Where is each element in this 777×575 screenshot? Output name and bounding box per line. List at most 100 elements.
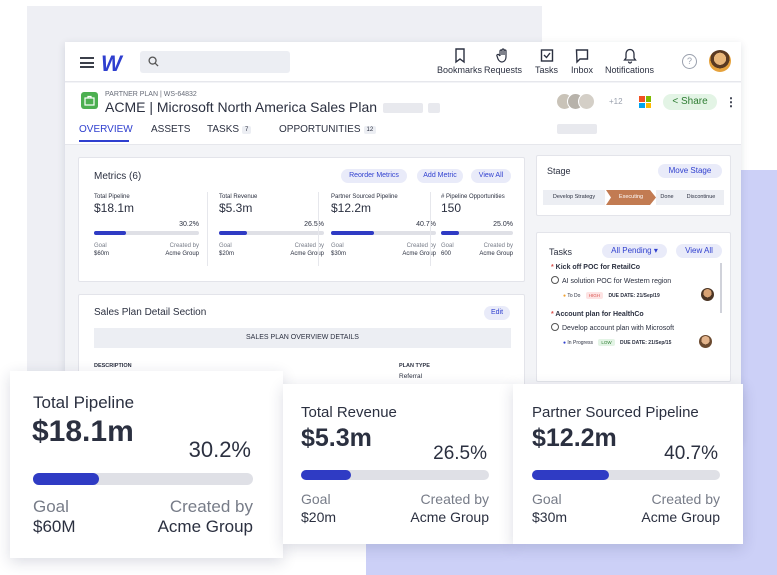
app-logo[interactable]: W [101, 51, 122, 77]
menu-icon[interactable] [80, 57, 94, 68]
priority-badge: HIGH [585, 292, 604, 299]
placeholder-tag [383, 103, 423, 113]
help-icon[interactable]: ? [682, 54, 697, 69]
plan-header: PARTNER PLAN | WS-64832 ACME | Microsoft… [65, 83, 741, 145]
big-metric-partner-sourced-pipeline[interactable]: Partner Sourced Pipeline $12.2m 40.7% Go… [513, 384, 743, 544]
tasks-title: Tasks [549, 247, 573, 257]
edit-button[interactable]: Edit [484, 306, 510, 320]
top-bar: W Bookmarks Requests Tasks Inbox Notific… [65, 42, 741, 82]
requests-label: Requests [484, 65, 523, 75]
microsoft-logo [639, 96, 651, 108]
progress-bar [219, 231, 324, 235]
inbox-button[interactable]: Inbox [571, 48, 593, 75]
bookmarks-label: Bookmarks [437, 65, 483, 75]
metric-total-revenue[interactable]: Total Revenue $5.3m 26.5% Goal $20m Crea… [219, 194, 324, 266]
user-avatar[interactable] [709, 50, 731, 72]
plan-title: ACME | Microsoft North America Sales Pla… [105, 99, 378, 115]
progress-fill [441, 231, 459, 235]
notifications-button[interactable]: Notifications [605, 48, 654, 75]
metric-pipeline-opportunities[interactable]: # Pipeline Opportunities 150 25.0% Goal … [441, 194, 513, 266]
metrics-view-all-button[interactable]: View All [471, 169, 511, 183]
share-icon: < [672, 96, 679, 107]
tasks-nav-button[interactable]: Tasks [535, 48, 558, 75]
progress-fill [301, 470, 351, 480]
inbox-label: Inbox [571, 65, 594, 75]
stage-title: Stage [547, 166, 571, 176]
briefcase-icon [81, 92, 98, 109]
active-tab-indicator [79, 140, 129, 142]
progress-bar [33, 473, 253, 485]
reorder-metrics-button[interactable]: Reorder Metrics [341, 169, 407, 183]
search-icon [148, 56, 159, 67]
stage-step-discontinue[interactable]: Discontinue [678, 190, 724, 205]
progress-fill [33, 473, 100, 485]
big-metric-total-pipeline[interactable]: Total Pipeline $18.1m 30.2% Goal $60M Cr… [10, 371, 283, 558]
tab-opportunities[interactable]: OPPORTUNITIES 12 [279, 124, 377, 135]
requests-button[interactable]: Requests [484, 48, 522, 75]
progress-bar [301, 470, 489, 480]
plan-type-value: Referral [399, 373, 423, 380]
placeholder-tag [557, 124, 597, 134]
chevron-down-icon: ▾ [653, 246, 658, 255]
tab-tasks[interactable]: TASKS 7 [207, 124, 252, 135]
progress-fill [94, 231, 126, 235]
tasks-nav-label: Tasks [535, 65, 559, 75]
progress-bar [532, 470, 720, 480]
progress-fill [532, 470, 609, 480]
opportunities-count: 12 [363, 126, 377, 134]
inbox-icon [575, 49, 589, 64]
tab-overview[interactable]: OVERVIEW [79, 124, 133, 135]
divider [318, 192, 319, 266]
stage-card: Stage Move Stage Develop Strategy Execut… [536, 155, 731, 216]
search-input[interactable] [140, 51, 290, 73]
task-item[interactable]: Develop account plan with Microsoft [551, 323, 674, 332]
hand-icon [496, 48, 507, 63]
tab-assets[interactable]: ASSETS [151, 124, 190, 135]
scrollbar[interactable] [720, 263, 722, 313]
stage-step-develop-strategy[interactable]: Develop Strategy [543, 190, 605, 205]
add-metric-button[interactable]: Add Metric [417, 169, 463, 183]
metrics-title: Metrics (6) [94, 171, 142, 182]
task-group-label: * Kick off POC for RetailCo [551, 264, 641, 271]
move-stage-button[interactable]: Move Stage [658, 164, 722, 178]
progress-bar [441, 231, 513, 235]
tasks-filter-dropdown[interactable]: All Pending ▾ [602, 244, 667, 258]
notifications-label: Notifications [605, 65, 655, 75]
task-meta: ● To Do HIGH DUE DATE: 21/Sep/19 [563, 292, 660, 299]
divider [430, 192, 431, 266]
metric-partner-sourced-pipeline[interactable]: Partner Sourced Pipeline $12.2m 40.7% Go… [331, 194, 436, 266]
task-checkbox[interactable] [551, 323, 559, 331]
metric-total-pipeline[interactable]: Total Pipeline $18.1m 30.2% Goal $60m Cr… [94, 194, 199, 266]
bookmarks-button[interactable]: Bookmarks [437, 48, 482, 75]
priority-badge: LOW [598, 339, 615, 346]
assignee-avatar [699, 335, 712, 348]
bell-icon [622, 48, 637, 64]
plan-type-label: PLAN TYPE [399, 363, 430, 369]
extra-members-count[interactable]: +12 [609, 97, 623, 106]
detail-title: Sales Plan Detail Section [94, 307, 207, 318]
stage-step-executing[interactable]: Executing [606, 190, 656, 205]
bookmark-icon [454, 48, 465, 64]
avatar [578, 93, 595, 110]
big-metric-total-revenue[interactable]: Total Revenue $5.3m 26.5% Goal $20m Crea… [283, 384, 513, 544]
placeholder-tag [428, 103, 440, 113]
checkbox-icon [540, 49, 553, 62]
progress-fill [331, 231, 374, 235]
assignee-avatar [701, 288, 714, 301]
stage-step-done[interactable]: Done [656, 190, 678, 205]
progress-bar [331, 231, 436, 235]
share-label: Share [680, 96, 708, 107]
share-button[interactable]: < Share [663, 94, 717, 110]
plan-subtitle: PARTNER PLAN | WS-64832 [105, 91, 197, 98]
task-checkbox[interactable] [551, 276, 559, 284]
tasks-card: Tasks All Pending ▾ View All * Kick off … [536, 232, 731, 382]
more-options-icon[interactable]: ⋮ [725, 95, 737, 109]
metrics-card: Metrics (6) Reorder Metrics Add Metric V… [78, 157, 525, 282]
tasks-count: 7 [242, 126, 252, 134]
description-label: DESCRIPTION [94, 363, 132, 369]
overview-details-header: SALES PLAN OVERVIEW DETAILS [94, 328, 511, 348]
tasks-view-all-button[interactable]: View All [676, 244, 722, 258]
task-item[interactable]: AI solution POC for Western region [551, 276, 671, 285]
task-group-label: * Account plan for HealthCo [551, 311, 644, 318]
divider [207, 192, 208, 266]
